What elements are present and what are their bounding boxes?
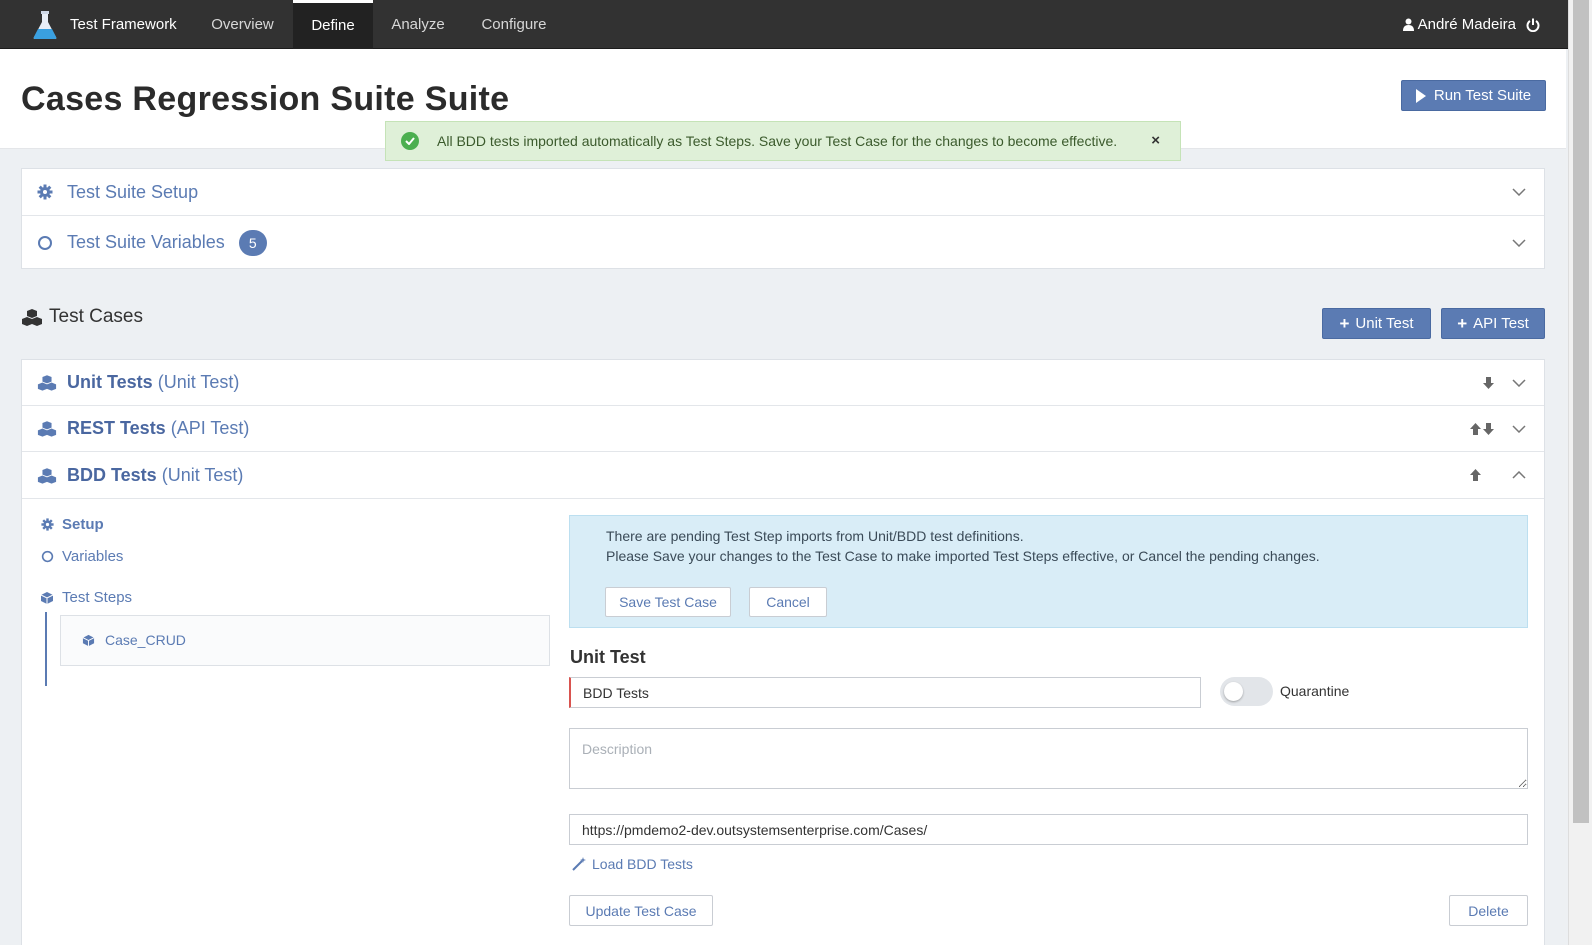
gear-icon [41,518,54,531]
power-icon[interactable] [1526,18,1540,32]
cubes-icon [37,421,57,437]
test-case-label: REST Tests (API Test) [67,418,249,439]
cubes-icon [37,467,57,484]
steps-tree-line [45,612,47,686]
nav-setup-label: Setup [62,516,104,533]
flask-logo-icon [33,10,57,39]
info-line-2: Please Save your changes to the Test Cas… [606,548,1320,564]
nav-analyze[interactable]: Analyze [374,0,462,49]
scrollbar-thumb[interactable] [1573,0,1589,823]
load-bdd-tests-label: Load BDD Tests [592,856,693,872]
chevron-down-icon[interactable] [1512,188,1526,196]
reorder-controls [1470,422,1494,435]
update-test-case-button[interactable]: Update Test Case [569,895,713,926]
test-case-row[interactable]: REST Tests (API Test) [22,406,1544,452]
top-navbar: Test Framework Overview Define Analyze C… [0,0,1568,49]
save-test-case-button[interactable]: Save Test Case [605,587,731,617]
test-case-name: BDD Tests [67,464,157,485]
test-suite-variables-row[interactable]: Test Suite Variables 5 [22,216,1544,269]
brand[interactable]: Test Framework [32,0,177,49]
circle-icon [38,235,52,250]
test-case-type: (Unit Test) [157,372,240,392]
magic-wand-icon [572,857,586,871]
test-suite-variables-label: Test Suite Variables 5 [67,229,267,256]
test-cases-title: Test Cases [49,306,143,327]
add-unit-test-label: Unit Test [1355,315,1414,332]
test-suite-setup-label: Test Suite Setup [67,181,199,202]
move-down-icon[interactable] [1483,422,1494,435]
test-case-row-expanded[interactable]: BDD Tests (Unit Test) [22,452,1544,499]
url-input[interactable] [569,814,1528,845]
quarantine-toggle[interactable] [1220,677,1273,706]
nav-test-steps-label: Test Steps [62,589,133,606]
suite-settings-panel: Test Suite Setup Test Suite Variables 5 [21,168,1545,269]
plus-icon: + [1339,313,1350,333]
test-case-row[interactable]: Unit Tests (Unit Test) [22,360,1544,406]
success-alert: All BDD tests imported automatically as … [385,121,1181,161]
add-api-test-button[interactable]: + API Test [1441,308,1545,339]
chevron-down-icon[interactable] [1512,238,1526,247]
move-up-icon[interactable] [1470,422,1481,435]
run-test-suite-button[interactable]: Run Test Suite [1401,80,1546,111]
run-test-suite-label: Run Test Suite [1433,87,1532,104]
add-unit-test-button[interactable]: + Unit Test [1322,308,1431,339]
load-bdd-tests-link[interactable]: Load BDD Tests [572,856,693,872]
test-suite-setup-row[interactable]: Test Suite Setup [22,169,1544,216]
description-textarea[interactable] [569,728,1528,789]
pending-imports-alert: There are pending Test Step imports from… [569,515,1528,628]
user-name: André Madeira [1417,16,1516,33]
add-api-test-label: API Test [1473,315,1529,332]
cubes-icon [37,375,57,391]
nav-setup[interactable]: Setup [41,516,104,533]
close-alert-button[interactable]: × [1151,132,1160,149]
move-down-icon[interactable] [1483,376,1494,389]
nav-test-steps[interactable]: Test Steps [40,589,132,606]
circle-icon [41,550,54,563]
cubes-icon [22,309,42,326]
scrollbar[interactable] [1568,0,1592,945]
user-icon [1402,18,1414,31]
form-title: Unit Test [570,647,646,667]
reorder-controls [1470,469,1481,481]
test-case-label: BDD Tests (Unit Test) [67,465,243,486]
nav-variables[interactable]: Variables [41,548,123,565]
play-icon [1415,88,1426,103]
test-cases-heading: Test Cases [21,306,143,328]
test-case-label: Unit Tests (Unit Test) [67,372,239,393]
variables-count-badge: 5 [238,229,267,256]
test-case-type: (Unit Test) [161,464,244,485]
test-case-name: REST Tests [67,418,166,438]
test-step-item[interactable]: Case_CRUD [82,632,186,648]
nav-variables-label: Variables [62,548,124,565]
success-message: All BDD tests imported automatically as … [437,133,1118,149]
test-case-name: Unit Tests [67,372,153,392]
nav-overview[interactable]: Overview [193,0,292,49]
chevron-down-icon[interactable] [1512,424,1526,433]
user-menu[interactable]: André Madeira [1402,0,1544,49]
nav-define[interactable]: Define [293,0,373,49]
gear-icon [37,184,53,200]
move-up-icon[interactable] [1470,469,1481,481]
page-title: Cases Regression Suite Suite [21,80,510,118]
test-case-type: (API Test) [170,418,250,438]
check-circle-icon [401,132,419,150]
plus-icon: + [1457,313,1468,333]
info-line-1: There are pending Test Step imports from… [606,528,1024,544]
chevron-down-icon[interactable] [1512,378,1526,387]
cancel-button[interactable]: Cancel [749,587,827,617]
test-steps-list: Case_CRUD [60,615,550,666]
reorder-controls [1483,376,1494,389]
quarantine-label: Quarantine [1280,683,1350,699]
nav-configure[interactable]: Configure [463,0,565,49]
brand-name: Test Framework [70,16,177,33]
delete-button[interactable]: Delete [1449,895,1528,926]
test-name-input[interactable] [569,677,1201,708]
toggle-knob [1224,682,1243,701]
cube-icon [40,591,54,604]
chevron-up-icon[interactable] [1512,471,1526,479]
test-step-label: Case_CRUD [105,632,186,648]
cube-icon [82,634,95,646]
